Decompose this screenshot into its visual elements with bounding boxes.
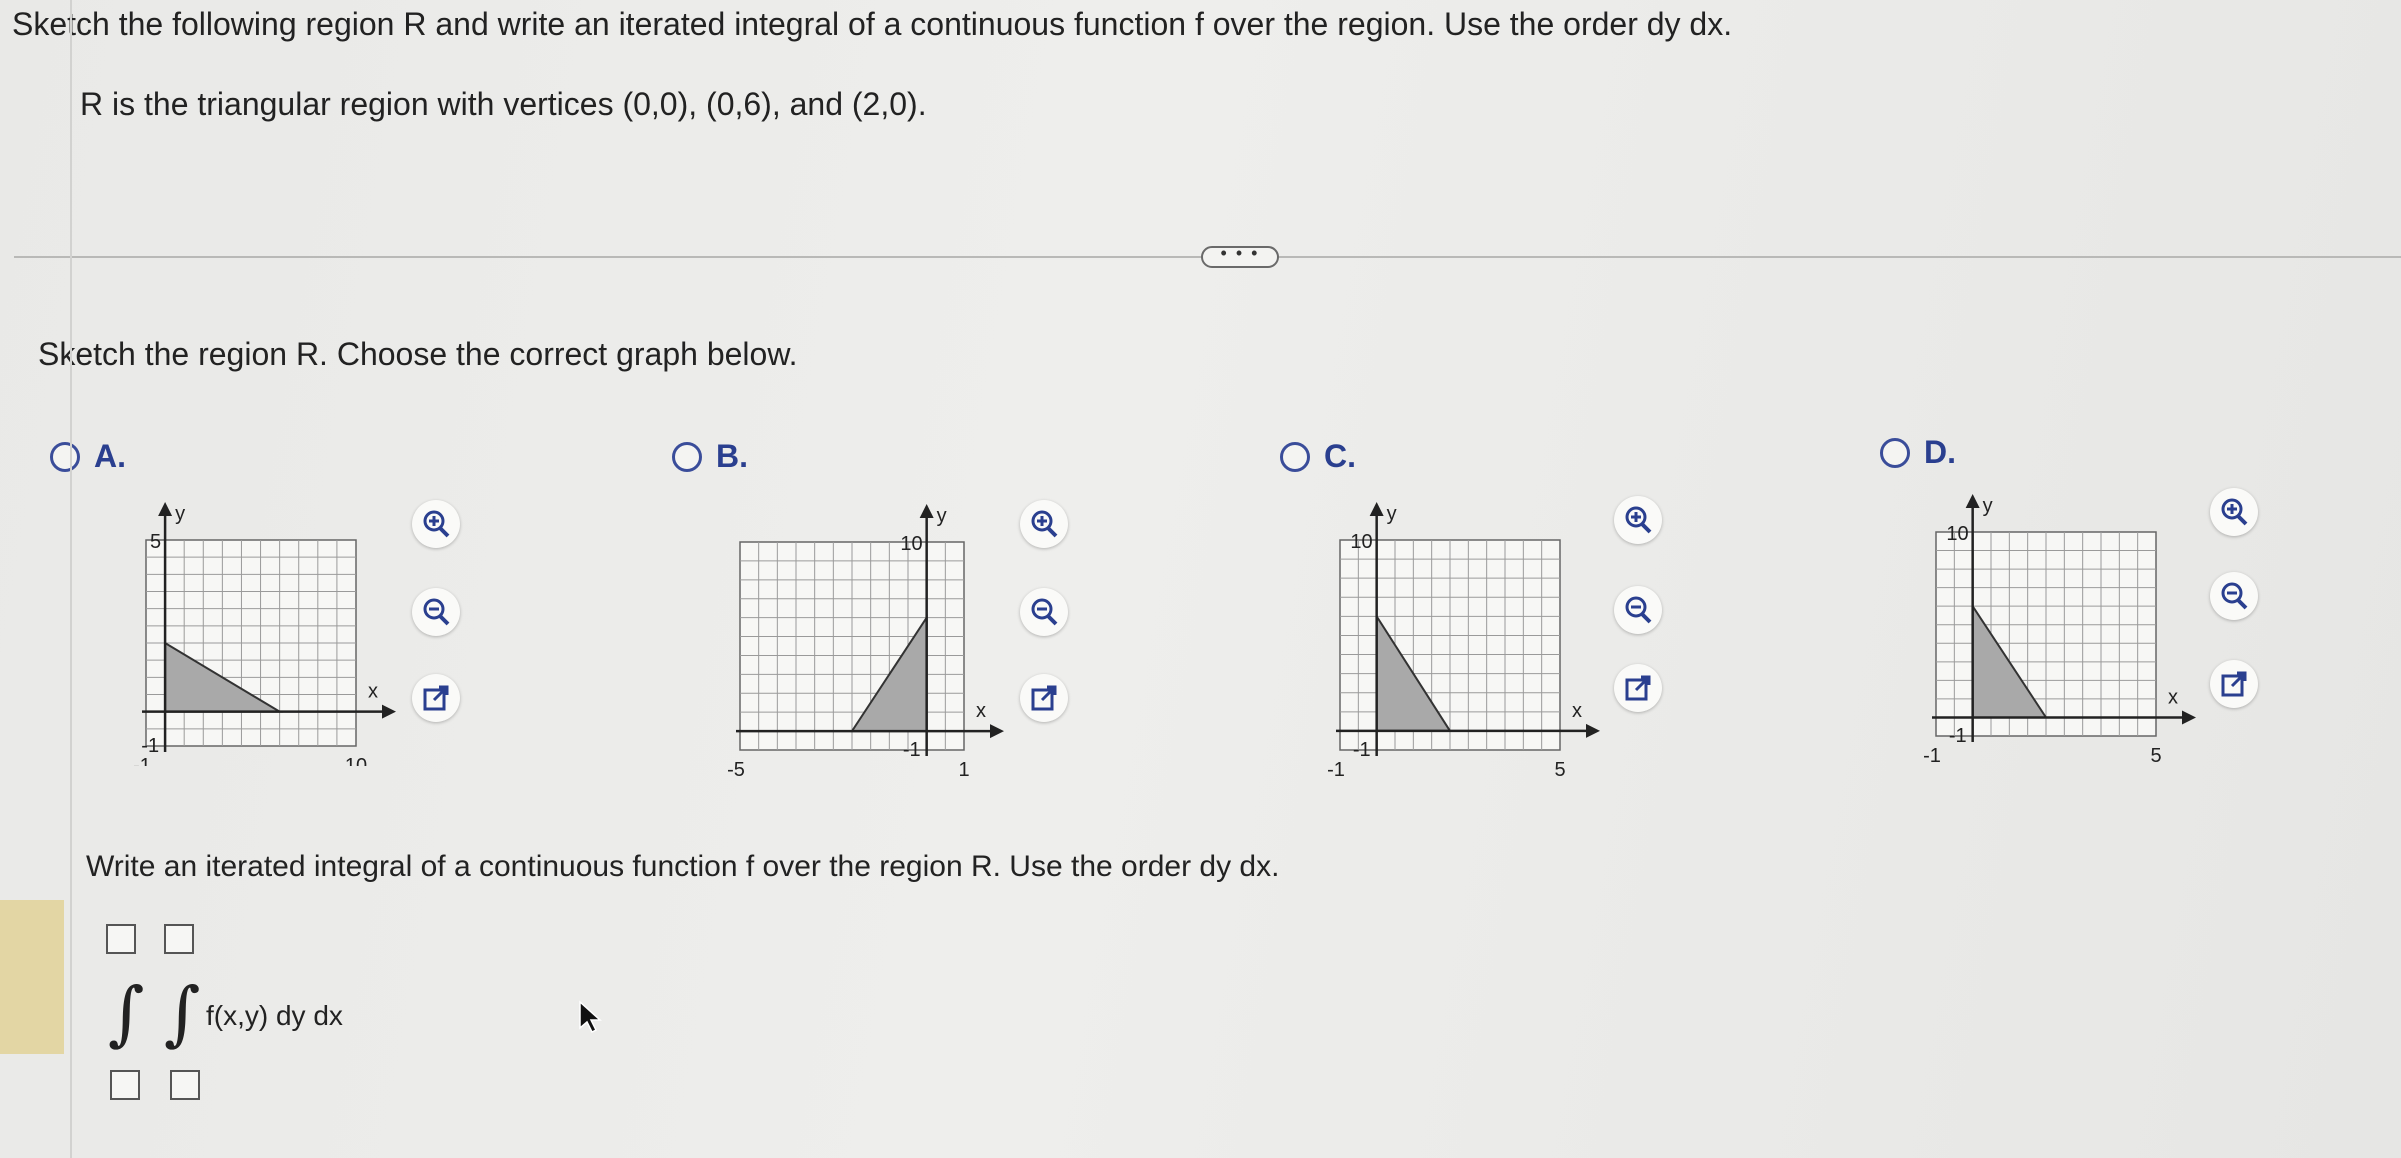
popout-button-d[interactable] (2210, 660, 2258, 708)
zoom-out-icon (423, 598, 450, 626)
zoom-out-button-b[interactable] (1020, 588, 1068, 636)
popout-button-a[interactable] (412, 674, 460, 722)
x-axis-arrow (990, 724, 1004, 739)
popout-button-b[interactable] (1020, 674, 1068, 722)
zoom-out-button-c[interactable] (1614, 586, 1662, 634)
y-axis-label: y (175, 503, 185, 525)
zoom-in-icon (1625, 506, 1652, 534)
x-axis-label: x (976, 700, 986, 722)
expand-more-button[interactable]: • • • (1201, 244, 1279, 268)
tick-label-xmax: 10 (345, 755, 367, 766)
y-axis-arrow (1369, 502, 1384, 516)
zoom-out-button-d[interactable] (2210, 572, 2258, 620)
zoom-in-icon (2221, 498, 2248, 526)
option-a-radio[interactable] (50, 441, 80, 472)
zoom-out-icon (1031, 598, 1058, 626)
popout-icon (423, 685, 449, 711)
popout-icon (1625, 675, 1651, 701)
outer-integral-sign: ∫ (108, 972, 145, 1054)
x-axis-arrow (2182, 710, 2196, 725)
option-d-radio[interactable] (1880, 437, 1910, 468)
x-axis-arrow (382, 704, 396, 719)
option-d[interactable]: D. (1880, 434, 1956, 471)
x-axis-label: x (368, 681, 378, 703)
option-b[interactable]: B. (672, 438, 748, 475)
zoom-in-button-b[interactable] (1020, 500, 1068, 548)
option-c[interactable]: C. (1280, 438, 1356, 475)
inner-lower-limit-input[interactable] (170, 1070, 200, 1100)
integral-prompt: Write an iterated integral of a continuo… (86, 850, 1280, 883)
tick-label-ymax: 10 (900, 533, 922, 555)
zoom-in-icon (1031, 510, 1058, 538)
option-c-letter: C. (1324, 438, 1356, 474)
inner-integral-sign: ∫ (164, 972, 201, 1054)
graph-b: y x 10 -5 1 -1 (727, 504, 1004, 781)
x-axis-arrow (1586, 723, 1600, 738)
option-c-radio[interactable] (1280, 441, 1310, 472)
tick-label-xmax: 5 (2150, 745, 2161, 767)
y-axis-label: y (1983, 495, 1993, 517)
y-axis-label: y (937, 505, 947, 527)
left-margin-line (70, 0, 72, 1158)
option-a-letter: A. (94, 438, 126, 474)
graph-a: yx5-1 10-1 (133, 502, 396, 766)
option-b-letter: B. (716, 438, 748, 474)
tick-label-ymin: -1 (903, 739, 921, 761)
zoom-in-button-c[interactable] (1614, 496, 1662, 544)
popout-icon (1031, 685, 1057, 711)
inner-upper-limit-input[interactable] (164, 924, 194, 954)
mouse-cursor-icon (579, 1000, 602, 1034)
graph-d: y x 10 -1 5 -1 (1923, 494, 2196, 767)
outer-upper-limit-input[interactable] (106, 924, 136, 954)
tick-label-ymax: 10 (1350, 531, 1372, 553)
zoom-out-button-a[interactable] (412, 588, 460, 636)
tick-label-xmin: -5 (727, 759, 745, 781)
sketch-prompt: Sketch the region R. Choose the correct … (38, 336, 798, 372)
x-axis-label: x (2168, 686, 2178, 708)
zoom-in-icon (423, 510, 450, 538)
x-axis-label: x (1572, 700, 1582, 722)
y-axis-arrow (919, 504, 934, 518)
y-axis-arrow (158, 502, 173, 516)
question-title: Sketch the following region R and write … (12, 6, 1733, 42)
zoom-in-button-a[interactable] (412, 500, 460, 548)
tick-label-ymin: -1 (141, 735, 159, 757)
tick-label-xmax: 1 (958, 759, 969, 781)
outer-lower-limit-input[interactable] (110, 1070, 140, 1100)
zoom-in-button-d[interactable] (2210, 488, 2258, 536)
tick-label-ymax: 10 (1946, 523, 1968, 545)
tick-label-xmin: -1 (1923, 745, 1941, 767)
zoom-out-icon (1625, 596, 1652, 624)
y-axis-arrow (1965, 494, 1980, 508)
y-axis-label: y (1387, 503, 1397, 525)
tick-label-ymin: -1 (1353, 739, 1371, 761)
option-a[interactable]: A. (50, 438, 126, 475)
popout-icon (2221, 671, 2247, 697)
graph-c: y x 10 -1 5 -1 (1327, 502, 1600, 776)
option-b-radio[interactable] (672, 441, 702, 472)
popout-button-c[interactable] (1614, 664, 1662, 712)
zoom-out-icon (2221, 582, 2248, 610)
tick-label-ymax: 5 (150, 531, 161, 553)
region-description: R is the triangular region with vertices… (80, 86, 927, 122)
tick-label-xmin: -1 (1327, 759, 1345, 776)
tick-label-xmax: 5 (1554, 759, 1565, 776)
attempt-marker-bar (0, 900, 64, 1054)
integrand: f(x,y) dy dx (206, 1000, 343, 1031)
tick-label-ymin: -1 (1949, 725, 1967, 747)
option-d-letter: D. (1924, 434, 1956, 470)
